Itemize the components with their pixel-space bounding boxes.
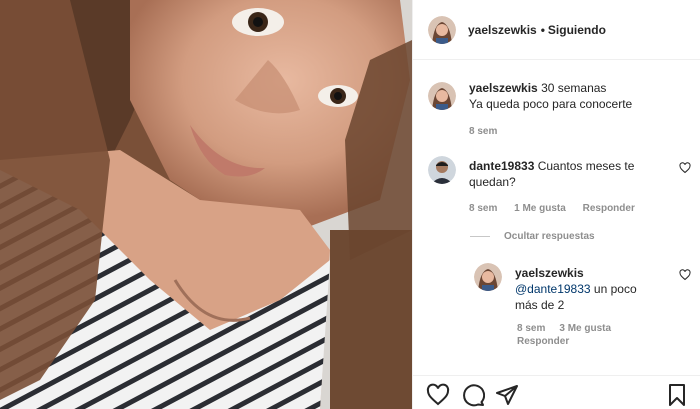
- caption-username[interactable]: yaelszewkis: [469, 81, 538, 95]
- caption-time[interactable]: 8 sem: [469, 126, 497, 137]
- caption-text-line1: 30 semanas: [541, 81, 607, 95]
- action-bar-divider: [413, 375, 700, 376]
- post-action-bar: [413, 375, 700, 409]
- comment-username[interactable]: dante19833: [469, 159, 534, 173]
- comment-likes[interactable]: 1 Me gusta: [514, 203, 566, 214]
- paper-plane-icon[interactable]: [495, 383, 519, 407]
- reply-reply-button[interactable]: Responder: [517, 336, 569, 347]
- following-button[interactable]: Siguiendo: [548, 23, 606, 37]
- reply-mention[interactable]: @dante19833: [515, 282, 591, 296]
- bookmark-icon[interactable]: [665, 383, 689, 407]
- comment-reply-button[interactable]: Responder: [583, 203, 635, 214]
- post-header: yaelszewkis • Siguiendo: [413, 0, 700, 60]
- reply-avatar[interactable]: [474, 263, 502, 291]
- replies-divider-line: [470, 236, 490, 237]
- reply-time[interactable]: 8 sem: [517, 323, 545, 334]
- author-username[interactable]: yaelszewkis: [468, 23, 537, 37]
- reply-item: yaelszewkis @dante19833 un poco más de 2…: [474, 263, 693, 353]
- author-avatar[interactable]: [428, 15, 456, 44]
- comment-time[interactable]: 8 sem: [469, 203, 497, 214]
- caption-text-line2: Ya queda poco para conocerte: [469, 97, 633, 111]
- separator-dot: •: [540, 22, 545, 37]
- reply-likes[interactable]: 3 Me gusta: [559, 323, 611, 334]
- photo-illustration: [0, 0, 412, 409]
- speech-bubble-icon[interactable]: [461, 383, 485, 407]
- heart-outline-icon[interactable]: [679, 269, 691, 281]
- heart-outline-icon[interactable]: [426, 383, 450, 407]
- post-side-panel: yaelszewkis • Siguiendo yaelszewkis 30 s…: [412, 0, 700, 409]
- hide-replies-label: Ocultar respuestas: [504, 231, 595, 242]
- caption: yaelszewkis 30 semanas Ya queda poco par…: [428, 81, 693, 142]
- commenter-avatar[interactable]: [428, 156, 456, 184]
- comment-item: dante19833 Cuantos meses te quedan? 8 se…: [428, 156, 693, 216]
- post-photo[interactable]: [0, 0, 412, 409]
- caption-avatar[interactable]: [428, 82, 456, 110]
- heart-outline-icon[interactable]: [679, 162, 691, 174]
- hide-replies-toggle[interactable]: Ocultar respuestas: [470, 231, 595, 242]
- reply-username[interactable]: yaelszewkis: [515, 266, 584, 280]
